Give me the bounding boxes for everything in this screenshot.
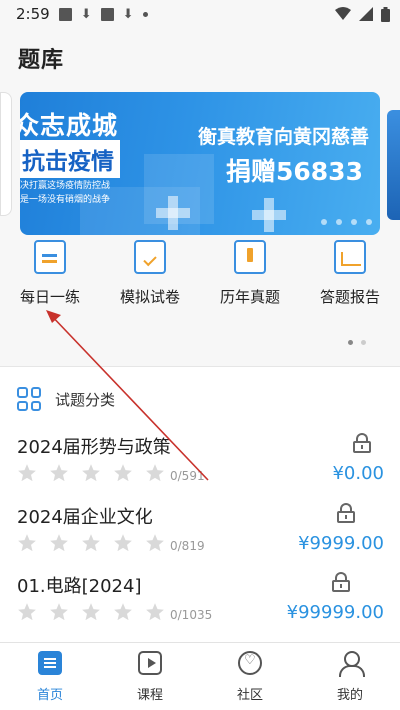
question-bank-card: 试题分类 2024届形势与政策 0/591 ¥0.00 2024届企业文化 0/… [0,366,400,642]
star-icon [82,464,100,482]
nav-mine[interactable]: 我的 [300,643,400,710]
past-papers-icon [234,240,266,274]
banner-dot[interactable] [351,219,357,225]
question-bank-name: 2024届企业文化 [17,507,153,528]
question-bank-name: 2024届形势与政策 [17,437,171,458]
page-dot [361,340,366,345]
question-bank-item[interactable]: 2024届企业文化 0/819 ¥9999.00 [0,503,400,573]
lock-icon [332,572,350,592]
battery-icon [381,6,390,22]
banner-dot[interactable] [336,219,342,225]
banner-next-peek[interactable] [387,110,400,220]
price-label: ¥99999.00 [286,602,384,623]
banner-headline: 衡真教育向黄冈慈善 [198,126,370,148]
star-icon [146,464,164,482]
status-time: 2:59 [16,5,50,23]
banner-slogan-highlight: 抗击疫情 [20,140,120,178]
page-dot-active [348,340,353,345]
nav-home[interactable]: 首页 [0,643,100,710]
lock-icon [353,433,371,453]
star-icon [82,534,100,552]
daily-practice-icon [34,240,66,274]
quick-menu: 每日一练 模拟试卷 历年真题 答题报告 [0,240,400,310]
medical-cross-icon [156,196,190,230]
download-notification-icon-2: ⬇ [122,6,134,22]
banner-pagination [321,219,372,225]
promo-banner[interactable]: 众志成城 抗击疫情 决打赢这场疫情防控战 是一场没有硝烟的战争 衡真教育向黄冈慈… [20,92,380,235]
more-notifications-icon [142,11,148,17]
nav-community[interactable]: 社区 [200,643,300,710]
question-bank-item[interactable]: 2024届形势与政策 0/591 ¥0.00 [0,433,400,503]
download-notification-icon: ⬇ [80,6,92,22]
star-icon [146,603,164,621]
section-title: 试题分类 [55,390,116,409]
community-heart-icon [238,651,262,675]
quick-mock-exam[interactable]: 模拟试卷 [100,240,200,310]
quick-answer-report[interactable]: 答题报告 [300,240,400,310]
star-icon [82,603,100,621]
quick-menu-page-indicator [348,340,366,345]
image-notification-icon [58,7,72,21]
quick-past-papers[interactable]: 历年真题 [200,240,300,310]
question-progress: 0/819 [170,539,205,553]
medical-cross-icon [252,198,286,232]
question-progress: 0/1035 [170,608,213,622]
banner-donation-text: 捐赠56833 [226,157,363,186]
quick-daily-practice-label: 每日一练 [19,288,80,306]
answer-report-icon [334,240,366,274]
nav-courses-label: 课程 [136,688,163,703]
profile-icon [338,651,365,677]
rating-stars [17,533,165,553]
rating-stars [17,602,165,622]
play-course-icon [138,651,162,675]
star-icon [50,603,68,621]
star-icon [114,534,132,552]
price-label: ¥0.00 [332,463,384,484]
question-bank-name: 01.电路[2024] [17,576,142,597]
quick-past-papers-label: 历年真题 [219,288,280,306]
banner-dot[interactable] [366,219,372,225]
star-icon [18,534,36,552]
category-grid-icon [17,387,41,411]
quick-answer-report-label: 答题报告 [319,288,380,306]
question-bank-item[interactable]: 01.电路[2024] 0/1035 ¥99999.00 [0,572,400,642]
app-notification-icon [100,7,114,21]
cellular-signal-icon [359,7,373,21]
nav-mine-label: 我的 [336,688,363,703]
header: 题库 众志成城 抗击疫情 决打赢这场疫情防控战 是一场没有硝烟的战争 衡真教育向… [0,28,400,380]
quick-mock-exam-label: 模拟试卷 [119,288,180,306]
bottom-nav: 首页 课程 社区 我的 [0,642,400,710]
price-label: ¥9999.00 [298,533,384,554]
banner-subtext: 决打赢这场疫情防控战 [20,181,111,191]
banner-previous-peek[interactable] [0,92,12,216]
banner-slogan: 众志成城 [20,111,119,140]
nav-courses[interactable]: 课程 [100,643,200,710]
star-icon [50,534,68,552]
banner-subtext: 是一场没有硝烟的战争 [20,195,111,205]
star-icon [146,534,164,552]
banner-dot[interactable] [321,219,327,225]
star-icon [114,603,132,621]
page-title: 题库 [18,48,65,73]
star-icon [114,464,132,482]
rating-stars [17,463,165,483]
home-icon [38,651,62,675]
status-bar: 2:59 ⬇ ⬇ [0,0,400,28]
star-icon [50,464,68,482]
nav-home-label: 首页 [36,688,63,703]
question-progress: 0/591 [170,469,205,483]
quick-daily-practice[interactable]: 每日一练 [0,240,100,310]
star-icon [18,464,36,482]
wifi-icon [335,7,351,20]
section-header: 试题分类 [17,387,115,411]
star-icon [18,603,36,621]
mock-exam-icon [134,240,166,274]
nav-community-label: 社区 [236,688,263,703]
lock-icon [337,503,355,523]
